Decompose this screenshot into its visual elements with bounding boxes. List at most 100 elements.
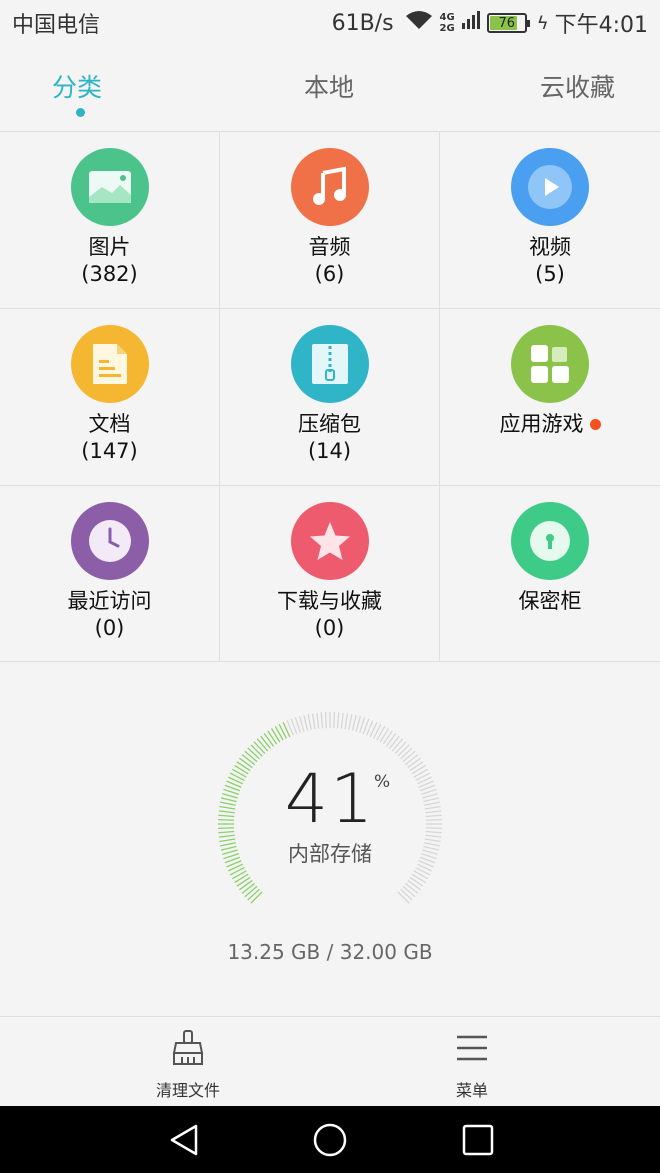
gauge-tick: [391, 738, 404, 752]
gauge-tick: [247, 747, 260, 760]
category-count: (14): [307, 439, 352, 463]
category-label: 图片: [88, 235, 131, 259]
tab-cloud-favorites[interactable]: 云收藏: [540, 68, 615, 104]
category-count: (6): [314, 262, 345, 286]
document-icon: [70, 325, 149, 403]
gauge-tick: [379, 728, 390, 743]
gauge-tick: [270, 728, 281, 743]
storage-label: 内部存储: [288, 842, 372, 866]
carrier-name: 中国电信: [12, 13, 101, 38]
network-type: 4G 2G: [439, 12, 455, 34]
clean-files-label: 清理文件: [155, 1081, 220, 1100]
new-badge: [589, 419, 601, 430]
recent-apps-icon[interactable]: [460, 1122, 496, 1158]
clock-icon: [70, 502, 149, 580]
category-documents[interactable]: 文档 (147): [0, 309, 220, 486]
zip-icon: [290, 325, 369, 403]
gauge-tick: [411, 873, 426, 884]
gauge-tick: [385, 733, 397, 747]
category-recent[interactable]: 最近访问 (0): [0, 486, 220, 662]
gauge-tick: [397, 744, 410, 757]
gauge-tick: [388, 735, 400, 750]
tab-category[interactable]: 分类: [52, 68, 102, 104]
category-safe-box[interactable]: 保密柜: [440, 486, 660, 662]
gauge-tick: [247, 888, 260, 901]
star-icon: [290, 502, 369, 580]
gauge-tick: [244, 885, 258, 898]
tab-local[interactable]: 本地: [304, 68, 354, 104]
category-video[interactable]: 视频 (5): [440, 132, 660, 309]
category-label: 压缩包: [298, 412, 361, 436]
category-label: 保密柜: [518, 589, 582, 613]
apps-icon: [511, 325, 589, 403]
lock-icon: [511, 502, 589, 580]
gauge-tick: [355, 716, 362, 732]
category-label-row: 应用游戏: [500, 411, 601, 438]
gauge-tick: [320, 712, 324, 729]
clean-files-button[interactable]: 清理文件: [118, 1029, 258, 1101]
category-downloads-favorites[interactable]: 下载与收藏 (0): [220, 486, 440, 662]
gauge-tick: [263, 733, 275, 747]
gauge-tick: [250, 891, 263, 904]
clock-time: 下午4:01: [554, 13, 648, 38]
broom-icon: [171, 1030, 205, 1071]
gauge-tick: [267, 730, 278, 745]
internal-storage-panel[interactable]: 41 % 内部存储 13.25 GB / 32.00 GB: [0, 700, 660, 990]
category-images[interactable]: 图片 (382): [0, 132, 220, 309]
category-grid: 图片 (382) 音频 (6) 视频 (5) 文档 (147) 压缩包 (14)…: [0, 132, 660, 662]
gauge-tick: [303, 714, 309, 731]
gauge-tick: [351, 714, 357, 731]
gauge-tick: [241, 882, 256, 894]
category-count: (147): [81, 439, 138, 463]
gauge-tick: [311, 713, 316, 730]
category-label: 视频: [529, 235, 571, 259]
gauge-tick: [382, 730, 393, 745]
percent-sign: %: [374, 772, 391, 792]
gauge-tick: [404, 882, 419, 894]
gauge-tick: [344, 713, 349, 730]
gauge-tick: [400, 888, 413, 901]
gauge-tick: [307, 714, 312, 730]
gauge-tick: [409, 876, 424, 887]
menu-button[interactable]: 菜单: [402, 1029, 542, 1101]
storage-size: 13.25 GB / 32.00 GB: [227, 940, 433, 964]
menu-label: 菜单: [455, 1081, 488, 1100]
gauge-tick: [348, 714, 353, 730]
active-tab-indicator: [76, 108, 85, 117]
gauge-tick: [253, 741, 266, 754]
gauge-tick: [234, 873, 249, 884]
gauge-tick: [236, 876, 251, 887]
back-icon[interactable]: [166, 1122, 202, 1158]
tab-bar: 分类 本地 云收藏: [0, 46, 660, 132]
category-archives[interactable]: 压缩包 (14): [220, 309, 440, 486]
gauge-tick: [400, 747, 413, 760]
image-icon: [70, 148, 149, 226]
category-apps-games[interactable]: 应用游戏: [440, 309, 660, 486]
gauge-tick: [402, 885, 416, 898]
network-speed: 61B/s: [331, 10, 394, 36]
gauge-tick: [340, 712, 344, 729]
gauge-tick: [256, 738, 269, 752]
status-bar: 中国电信 61B/s 4G 2G 76 ϟ 下午4:01: [0, 0, 660, 46]
category-label: 音频: [308, 235, 351, 259]
category-label: 下载与收藏: [277, 589, 382, 613]
gauge-tick: [316, 712, 320, 729]
system-navigation-bar: [0, 1106, 660, 1173]
category-count: (0): [94, 616, 125, 640]
category-count: (0): [314, 616, 345, 640]
music-icon: [290, 148, 369, 226]
bottom-action-bar: 清理文件 菜单: [0, 1016, 660, 1106]
category-label: 应用游戏: [499, 412, 584, 436]
wifi-icon: [404, 9, 434, 37]
menu-icon: [455, 1035, 489, 1071]
category-audio[interactable]: 音频 (6): [220, 132, 440, 309]
home-icon[interactable]: [312, 1122, 348, 1158]
gauge-tick: [260, 735, 272, 750]
gauge-tick: [394, 741, 407, 754]
battery-level: 76: [498, 15, 515, 31]
charging-icon: ϟ: [536, 12, 549, 34]
status-indicators: 61B/s 4G 2G 76 ϟ 下午4:01: [332, 7, 648, 39]
gauge-tick: [333, 712, 336, 729]
gauge-tick: [239, 879, 253, 891]
gauge-tick: [336, 712, 340, 729]
